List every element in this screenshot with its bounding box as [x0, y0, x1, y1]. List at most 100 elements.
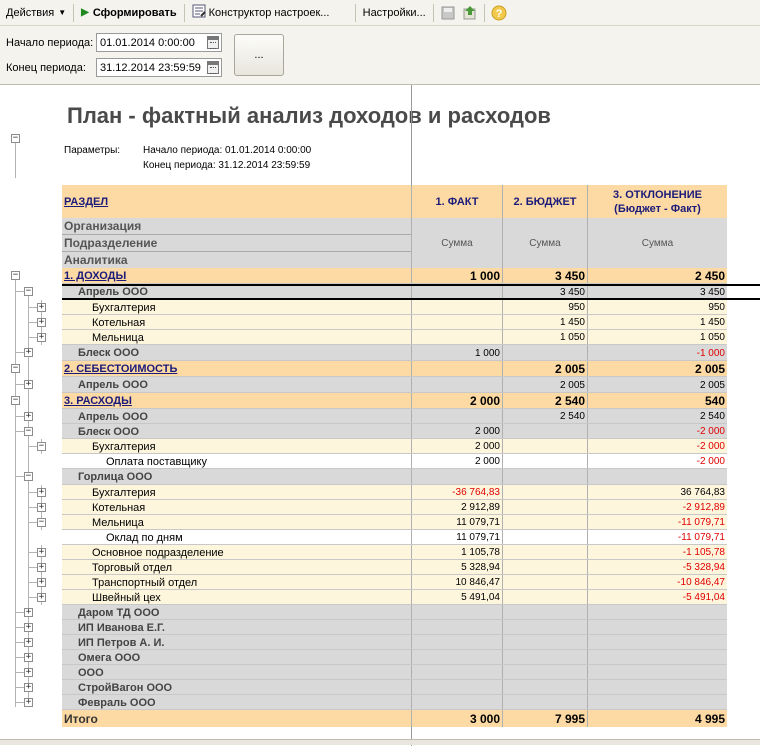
header-label: Аналитика	[62, 252, 411, 269]
start-period-label: Начало периода:	[6, 37, 94, 49]
collapse-toggle[interactable]: −	[11, 271, 20, 280]
end-period-field[interactable]: 31.12.2014 23:59:59	[96, 58, 222, 77]
row-fact	[411, 315, 502, 330]
row-dev	[587, 680, 727, 695]
expand-toggle[interactable]: +	[37, 548, 46, 557]
expand-toggle[interactable]: +	[24, 348, 33, 357]
row-name: Оплата поставщику	[62, 454, 411, 469]
toolbar-separator	[183, 3, 185, 22]
row-fact	[411, 620, 502, 635]
row-name: Бухгалтерия	[62, 439, 411, 454]
start-period-value: 01.01.2014 0:00:00	[100, 36, 195, 49]
expand-toggle[interactable]: +	[24, 653, 33, 662]
row-name: ИП Иванова Е.Г.	[62, 620, 411, 635]
save-settings-icon[interactable]	[438, 3, 458, 23]
header-sum: Сумма	[587, 218, 727, 269]
row-name: Февраль ООО	[62, 695, 411, 710]
row-dev: 540	[587, 393, 727, 409]
expand-toggle[interactable]: +	[24, 380, 33, 389]
collapse-toggle[interactable]: −	[24, 287, 33, 296]
collapse-toggle[interactable]: −	[37, 518, 46, 527]
actions-menu[interactable]: Действия ▼	[2, 2, 70, 24]
help-icon[interactable]: ?	[489, 3, 509, 23]
settings-button[interactable]: Настройки...	[359, 2, 430, 24]
row-name: Мельница	[62, 515, 411, 530]
row-dev: -11 079,71	[587, 515, 727, 530]
row-dev: -10 846,47	[587, 575, 727, 590]
row-name[interactable]: 3. РАСХОДЫ	[62, 393, 411, 409]
parameters-panel: Начало периода: 01.01.2014 0:00:00 Конец…	[0, 26, 760, 84]
row-dev: -1 000	[587, 345, 727, 361]
collapse-toggle[interactable]: −	[11, 396, 20, 405]
collapse-toggle[interactable]: −	[11, 134, 20, 143]
row-name: Мельница	[62, 330, 411, 345]
row-name: Апрель ООО	[62, 409, 411, 424]
expand-toggle[interactable]: +	[37, 318, 46, 327]
total-name: Итого	[62, 710, 411, 727]
expand-toggle[interactable]: +	[24, 698, 33, 707]
expand-toggle[interactable]: +	[37, 303, 46, 312]
calendar-icon[interactable]	[207, 61, 219, 74]
generate-label: Сформировать	[92, 6, 177, 19]
column-divider	[411, 85, 412, 186]
row-name[interactable]: 2. СЕБЕСТОИМОСТЬ	[62, 361, 411, 377]
row-budget: 2 005	[502, 377, 587, 393]
header-fact: 1. ФАКТ	[411, 185, 502, 218]
row-budget	[502, 454, 587, 469]
expand-toggle[interactable]: +	[24, 683, 33, 692]
row-name: Омега ООО	[62, 650, 411, 665]
row-name: Швейный цех	[62, 590, 411, 605]
calendar-icon[interactable]	[207, 36, 219, 49]
constructor-button[interactable]: Конструктор настроек...	[188, 2, 352, 24]
expand-toggle[interactable]: +	[24, 668, 33, 677]
report-spreadsheet[interactable]: − − − + + + + − + − + − − − + + − + + + + + + + + + + + План - факт…	[0, 84, 760, 746]
report-title: План - фактный анализ доходов и расходов	[67, 103, 551, 128]
row-dev: -5 491,04	[587, 590, 727, 605]
params-end: Конец периода: 31.12.2014 23:59:59	[143, 160, 311, 171]
row-name: ООО	[62, 665, 411, 680]
collapse-toggle[interactable]: −	[37, 442, 46, 451]
generate-button[interactable]: ▶ Сформировать	[77, 2, 181, 24]
expand-toggle[interactable]: +	[37, 593, 46, 602]
row-budget	[502, 485, 587, 500]
expand-toggle[interactable]: +	[37, 578, 46, 587]
total-fact: 3 000	[411, 710, 502, 727]
row-budget: 950	[502, 300, 587, 315]
expand-toggle[interactable]: +	[37, 503, 46, 512]
expand-toggle[interactable]: +	[37, 563, 46, 572]
start-period-field[interactable]: 01.01.2014 0:00:00	[96, 33, 222, 52]
row-dev: 1 450	[587, 315, 727, 330]
row-budget	[502, 515, 587, 530]
expand-toggle[interactable]: +	[24, 638, 33, 647]
header-deviation-line1: 3. ОТКЛОНЕНИЕ	[613, 188, 702, 201]
row-name: Даром ТД ООО	[62, 605, 411, 620]
header-budget: 2. БЮДЖЕТ	[502, 185, 587, 218]
row-budget	[502, 620, 587, 635]
params-start: Начало периода: 01.01.2014 0:00:00	[143, 145, 312, 156]
row-fact: 1 105,78	[411, 545, 502, 560]
expand-toggle[interactable]: +	[24, 623, 33, 632]
header-deviation: 3. ОТКЛОНЕНИЕ (Бюджет - Факт)	[587, 185, 727, 218]
row-fact	[411, 665, 502, 680]
row-name[interactable]: 1. ДОХОДЫ	[62, 268, 411, 284]
header-section[interactable]: РАЗДЕЛ	[62, 185, 411, 218]
expand-toggle[interactable]: +	[37, 488, 46, 497]
expand-toggle[interactable]: +	[24, 412, 33, 421]
collapse-toggle[interactable]: −	[24, 427, 33, 436]
load-settings-icon[interactable]	[460, 3, 480, 23]
row-name: Торговый отдел	[62, 560, 411, 575]
row-fact	[411, 330, 502, 345]
row-dev: 36 764,83	[587, 485, 727, 500]
row-dev	[587, 620, 727, 635]
dots-label: ...	[254, 49, 264, 61]
row-fact	[411, 469, 502, 485]
expand-toggle[interactable]: +	[37, 333, 46, 342]
row-dev	[587, 695, 727, 710]
collapse-toggle[interactable]: −	[11, 364, 20, 373]
row-name: Апрель ООО	[62, 377, 411, 393]
row-name: Транспортный отдел	[62, 575, 411, 590]
expand-toggle[interactable]: +	[24, 608, 33, 617]
row-name: Блеск ООО	[62, 345, 411, 361]
period-select-button[interactable]: ...	[234, 34, 284, 76]
collapse-toggle[interactable]: −	[24, 472, 33, 481]
